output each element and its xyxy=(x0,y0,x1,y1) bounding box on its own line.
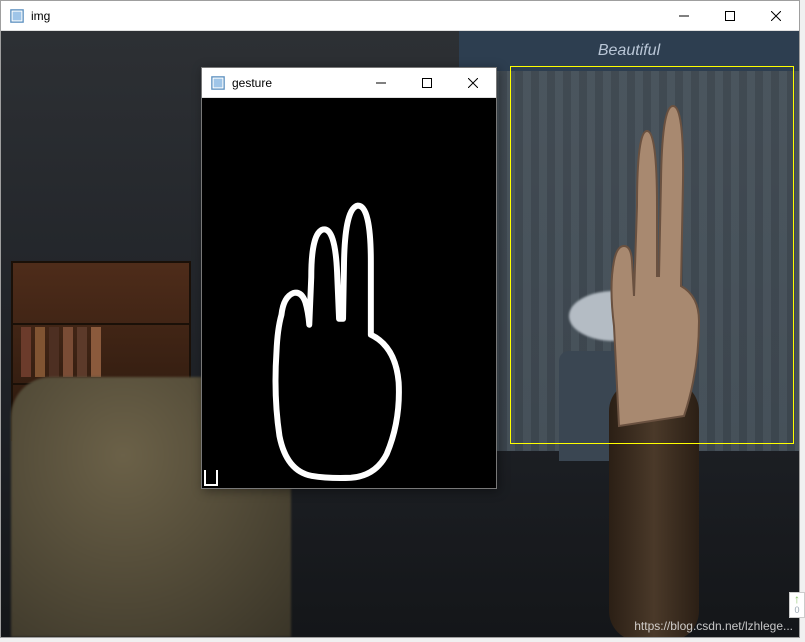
small-corner-box xyxy=(204,470,218,486)
app-icon xyxy=(9,8,25,24)
gesture-titlebar[interactable]: gesture xyxy=(202,68,496,98)
scroll-top-count: 0 xyxy=(794,605,799,615)
arrow-up-icon: ↑ xyxy=(794,593,800,605)
curtain-header: Beautiful xyxy=(459,31,799,71)
main-window: img Beautiful xyxy=(0,0,800,638)
gesture-canvas xyxy=(202,98,496,488)
gesture-window-title: gesture xyxy=(232,76,272,90)
roi-rectangle xyxy=(510,66,794,444)
minimize-button[interactable] xyxy=(661,1,707,31)
hand-contour-icon xyxy=(202,98,496,488)
gesture-window: gesture xyxy=(201,67,497,489)
main-window-title: img xyxy=(31,9,50,23)
watermark-text: https://blog.csdn.net/lzhlege... xyxy=(634,619,793,633)
close-button[interactable] xyxy=(450,68,496,98)
camera-view: Beautiful gesture xyxy=(1,31,799,637)
maximize-button[interactable] xyxy=(404,68,450,98)
maximize-button[interactable] xyxy=(707,1,753,31)
scroll-top-button[interactable]: ↑ 0 xyxy=(789,592,805,618)
minimize-button[interactable] xyxy=(358,68,404,98)
close-button[interactable] xyxy=(753,1,799,31)
main-titlebar[interactable]: img xyxy=(1,1,799,31)
app-icon xyxy=(210,75,226,91)
